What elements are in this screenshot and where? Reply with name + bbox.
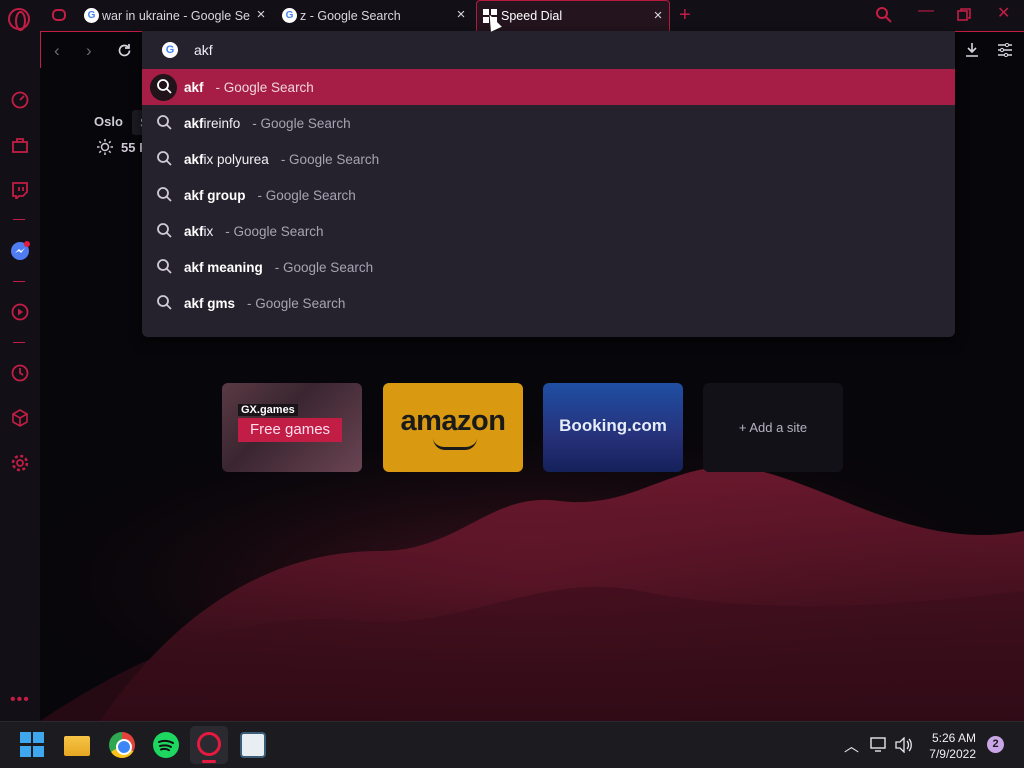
suggestion-item[interactable]: akfireinfo - Google Search — [142, 105, 955, 141]
opera-gx-taskbar-icon[interactable] — [190, 726, 228, 764]
suggestion-item[interactable]: akf group - Google Search — [142, 177, 955, 213]
google-icon: G — [282, 8, 297, 23]
twitch-icon[interactable] — [11, 181, 29, 199]
tab-title: war in ukraine - Google Se — [102, 8, 250, 23]
search-icon — [157, 295, 172, 310]
bag-icon[interactable] — [11, 136, 29, 154]
sidebar-divider — [13, 281, 25, 282]
speedometer-icon[interactable] — [11, 91, 29, 109]
messenger-icon[interactable] — [10, 241, 30, 261]
tab-war-in-ukraine[interactable]: G war in ukraine - Google Se × — [84, 0, 272, 31]
tab-z-search[interactable]: G z - Google Search × — [282, 0, 472, 31]
suggestion-text: akfireinfo - Google Search — [184, 115, 351, 131]
suggestion-item[interactable]: akf meaning - Google Search — [142, 249, 955, 285]
speed-dial-gx-games[interactable]: GX.games Free games — [222, 383, 362, 472]
back-icon[interactable]: ‹ — [54, 41, 60, 61]
gx-games-label: GX.games — [238, 404, 298, 416]
address-input[interactable] — [194, 39, 934, 61]
settings-icon[interactable] — [11, 454, 29, 472]
search-icon — [157, 187, 172, 202]
amazon-smile-icon — [433, 438, 477, 450]
reload-icon[interactable] — [117, 43, 132, 58]
new-tab-icon[interactable]: + — [679, 4, 691, 27]
file-explorer-icon[interactable] — [64, 736, 90, 756]
suggestion-item[interactable]: akf - Google Search — [142, 69, 955, 105]
network-icon[interactable] — [870, 737, 888, 753]
minimize-icon[interactable]: — — [918, 2, 934, 20]
search-icon — [157, 115, 172, 130]
address-dropdown: G akf- Google Search akfireinfo- Google … — [142, 31, 955, 337]
speed-dial-amazon[interactable]: amazon — [383, 383, 523, 472]
speed-dial-booking[interactable]: Booking.com — [543, 383, 683, 472]
sun-icon — [97, 139, 113, 155]
google-icon: G — [162, 42, 178, 58]
booking-logo: Booking.com — [559, 416, 667, 435]
chevron-up-icon[interactable]: ︿ — [844, 735, 859, 756]
search-tabs-icon[interactable] — [876, 7, 892, 23]
system-clock[interactable]: 5:26 AM 7/9/2022 — [929, 730, 976, 762]
weather-city: Oslo — [94, 114, 123, 129]
search-icon — [157, 151, 172, 166]
windows-start-icon[interactable] — [20, 732, 46, 758]
tab-bar: G war in ukraine - Google Se × G z - Goo… — [0, 0, 1024, 31]
search-icon — [157, 223, 172, 238]
google-icon: G — [84, 8, 99, 23]
volume-icon[interactable] — [895, 737, 913, 753]
tab-title: z - Google Search — [300, 8, 401, 23]
suggestion-text: akfix - Google Search — [184, 223, 324, 239]
suggestion-text: akf meaning - Google Search — [184, 259, 374, 275]
opera-gx-window: G war in ukraine - Google Se × G z - Goo… — [0, 0, 1024, 768]
forward-icon[interactable]: › — [86, 41, 92, 61]
notification-badge[interactable]: 2 — [987, 736, 1004, 753]
speed-dial-add-site[interactable]: + Add a site — [703, 383, 843, 472]
suggestion-item[interactable]: akfix polyurea - Google Search — [142, 141, 955, 177]
suggestion-item[interactable]: akf gms - Google Search — [142, 285, 955, 321]
amazon-logo: amazon — [400, 405, 506, 437]
notepad-icon[interactable] — [240, 732, 266, 758]
suggestion-text: akf - Google Search — [184, 79, 314, 95]
tab-speed-dial[interactable]: Speed Dial × — [476, 0, 670, 31]
opera-menu-icon[interactable] — [8, 8, 30, 31]
close-icon[interactable]: × — [254, 7, 268, 22]
search-icon — [157, 79, 172, 94]
suggestion-text: akf group - Google Search — [184, 187, 356, 203]
clock-date: 7/9/2022 — [929, 747, 976, 761]
close-icon[interactable]: × — [454, 7, 468, 22]
sidebar-divider — [13, 342, 25, 343]
gamepad-icon[interactable] — [52, 9, 66, 21]
clock-time: 5:26 AM — [931, 731, 976, 745]
suggestion-text: akfix polyurea - Google Search — [184, 151, 380, 167]
download-icon[interactable] — [964, 42, 980, 58]
free-games-label: Free games — [238, 418, 343, 442]
more-icon[interactable]: ••• — [10, 691, 30, 709]
suggestion-item[interactable]: akfix - Google Search — [142, 213, 955, 249]
windows-taskbar: ︿ 5:26 AM 7/9/2022 2 — [0, 721, 1024, 768]
sidebar-divider — [13, 219, 25, 220]
chrome-icon[interactable] — [109, 732, 135, 758]
easy-setup-icon[interactable] — [997, 43, 1013, 57]
spotify-icon[interactable] — [153, 732, 179, 758]
cube-icon[interactable] — [11, 409, 29, 427]
close-window-icon[interactable]: ✕ — [997, 3, 1010, 23]
search-icon — [157, 259, 172, 274]
suggestion-text: akf gms - Google Search — [184, 295, 346, 311]
restore-icon[interactable] — [957, 8, 971, 22]
history-icon[interactable] — [11, 364, 29, 382]
close-icon[interactable]: × — [651, 8, 665, 23]
tab-title: Speed Dial — [501, 9, 563, 23]
player-icon[interactable] — [11, 303, 29, 321]
add-site-label: + Add a site — [738, 420, 808, 435]
address-input-row: G — [142, 31, 955, 69]
sidebar: ••• — [0, 31, 40, 721]
